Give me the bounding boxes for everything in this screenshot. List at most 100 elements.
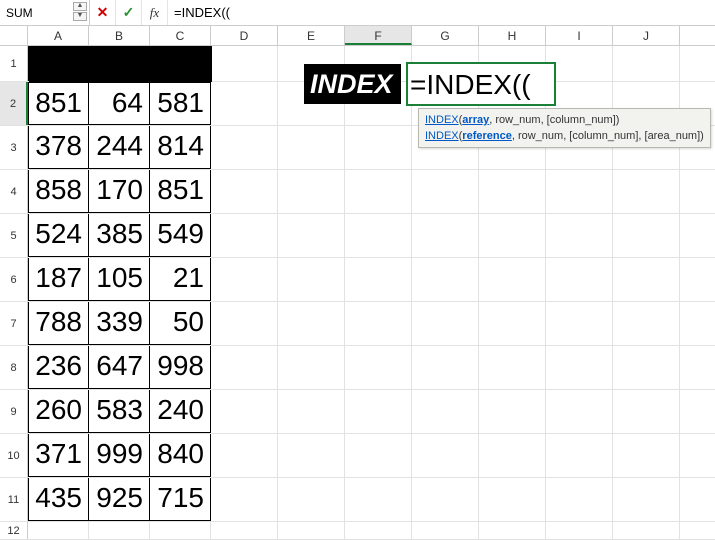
cell-D6[interactable] — [211, 258, 278, 301]
cell-D2[interactable] — [211, 82, 278, 125]
cell-J4[interactable] — [613, 170, 680, 213]
cell-D1[interactable] — [211, 46, 278, 81]
cell-J8[interactable] — [613, 346, 680, 389]
cell-A5[interactable]: 524 — [28, 214, 89, 257]
cell-H11[interactable] — [479, 478, 546, 521]
cell-A9[interactable]: 260 — [28, 390, 89, 433]
cell-B11[interactable]: 925 — [89, 478, 150, 521]
col-header-F[interactable]: F — [345, 26, 412, 45]
cell-B6[interactable]: 105 — [89, 258, 150, 301]
cell-J10[interactable] — [613, 434, 680, 477]
row-header-7[interactable]: 7 — [0, 302, 28, 345]
cell-H8[interactable] — [479, 346, 546, 389]
cell-D7[interactable] — [211, 302, 278, 345]
cell-J9[interactable] — [613, 390, 680, 433]
cell-E11[interactable] — [278, 478, 345, 521]
cell-J1[interactable] — [613, 46, 680, 81]
cell-H9[interactable] — [479, 390, 546, 433]
fx-button[interactable]: fx — [142, 0, 168, 25]
row-header-2[interactable]: 2 — [0, 82, 28, 125]
name-box-stepper[interactable]: ▲ ▼ — [73, 2, 87, 21]
cell-C6[interactable]: 21 — [150, 258, 211, 301]
col-header-C[interactable]: C — [150, 26, 211, 45]
row-header-10[interactable]: 10 — [0, 434, 28, 477]
cell-B2[interactable]: 64 — [89, 82, 150, 125]
cell-C3[interactable]: 814 — [150, 126, 211, 169]
name-box[interactable]: SUM ▲ ▼ — [0, 0, 90, 25]
select-all-corner[interactable] — [0, 26, 28, 45]
cell-J11[interactable] — [613, 478, 680, 521]
cell-F9[interactable] — [345, 390, 412, 433]
cell-A6[interactable]: 187 — [28, 258, 89, 301]
cell-C5[interactable]: 549 — [150, 214, 211, 257]
formula-input[interactable]: =INDEX(( — [168, 0, 715, 25]
active-edit-cell[interactable]: =INDEX(( — [406, 62, 556, 106]
cell-E5[interactable] — [278, 214, 345, 257]
cell-E7[interactable] — [278, 302, 345, 345]
row-header-3[interactable]: 3 — [0, 126, 28, 169]
cell-C8[interactable]: 998 — [150, 346, 211, 389]
cell-C4[interactable]: 851 — [150, 170, 211, 213]
cell-B4[interactable]: 170 — [89, 170, 150, 213]
cell-I9[interactable] — [546, 390, 613, 433]
cell-F7[interactable] — [345, 302, 412, 345]
cell-D3[interactable] — [211, 126, 278, 169]
cell-I1[interactable] — [546, 46, 613, 81]
cell-D11[interactable] — [211, 478, 278, 521]
stepper-up-icon[interactable]: ▲ — [73, 2, 87, 11]
accept-button[interactable]: ✓ — [116, 0, 142, 25]
cell-B10[interactable]: 999 — [89, 434, 150, 477]
cell-A4[interactable]: 858 — [28, 170, 89, 213]
row-header-4[interactable]: 4 — [0, 170, 28, 213]
row-header-11[interactable]: 11 — [0, 478, 28, 521]
col-header-G[interactable]: G — [412, 26, 479, 45]
cell-I5[interactable] — [546, 214, 613, 257]
row-header-6[interactable]: 6 — [0, 258, 28, 301]
cell-J6[interactable] — [613, 258, 680, 301]
cell-F10[interactable] — [345, 434, 412, 477]
tooltip-line-1[interactable]: INDEX(array, row_num, [column_num]) — [425, 112, 704, 128]
cell-I7[interactable] — [546, 302, 613, 345]
cell-H7[interactable] — [479, 302, 546, 345]
row-header-5[interactable]: 5 — [0, 214, 28, 257]
col-header-J[interactable]: J — [613, 26, 680, 45]
cell-B3[interactable]: 244 — [89, 126, 150, 169]
cell-E9[interactable] — [278, 390, 345, 433]
cell-B7[interactable]: 339 — [89, 302, 150, 345]
row-header-9[interactable]: 9 — [0, 390, 28, 433]
cell-G6[interactable] — [412, 258, 479, 301]
row-header-8[interactable]: 8 — [0, 346, 28, 389]
cell-F11[interactable] — [345, 478, 412, 521]
cell-G5[interactable] — [412, 214, 479, 257]
cell-I10[interactable] — [546, 434, 613, 477]
cell-H4[interactable] — [479, 170, 546, 213]
cell-C9[interactable]: 240 — [150, 390, 211, 433]
col-header-E[interactable]: E — [278, 26, 345, 45]
cell-B9[interactable]: 583 — [89, 390, 150, 433]
cell-C2[interactable]: 581 — [150, 82, 211, 125]
cell-I11[interactable] — [546, 478, 613, 521]
cell-A7[interactable]: 788 — [28, 302, 89, 345]
cell-C10[interactable]: 840 — [150, 434, 211, 477]
cell-J7[interactable] — [613, 302, 680, 345]
cell-A3[interactable]: 378 — [28, 126, 89, 169]
cell-B5[interactable]: 385 — [89, 214, 150, 257]
tooltip-line-2[interactable]: INDEX(reference, row_num, [column_num], … — [425, 128, 704, 144]
cell-J5[interactable] — [613, 214, 680, 257]
cell-D5[interactable] — [211, 214, 278, 257]
col-header-A[interactable]: A — [28, 26, 89, 45]
cell-I4[interactable] — [546, 170, 613, 213]
col-header-I[interactable]: I — [546, 26, 613, 45]
col-header-B[interactable]: B — [89, 26, 150, 45]
cell-G11[interactable] — [412, 478, 479, 521]
cell-H10[interactable] — [479, 434, 546, 477]
cell-F8[interactable] — [345, 346, 412, 389]
col-header-D[interactable]: D — [211, 26, 278, 45]
cell-E10[interactable] — [278, 434, 345, 477]
cell-F4[interactable] — [345, 170, 412, 213]
cell-G10[interactable] — [412, 434, 479, 477]
cell-I6[interactable] — [546, 258, 613, 301]
row-header-1[interactable]: 1 — [0, 46, 28, 81]
cell-I8[interactable] — [546, 346, 613, 389]
cell-D9[interactable] — [211, 390, 278, 433]
